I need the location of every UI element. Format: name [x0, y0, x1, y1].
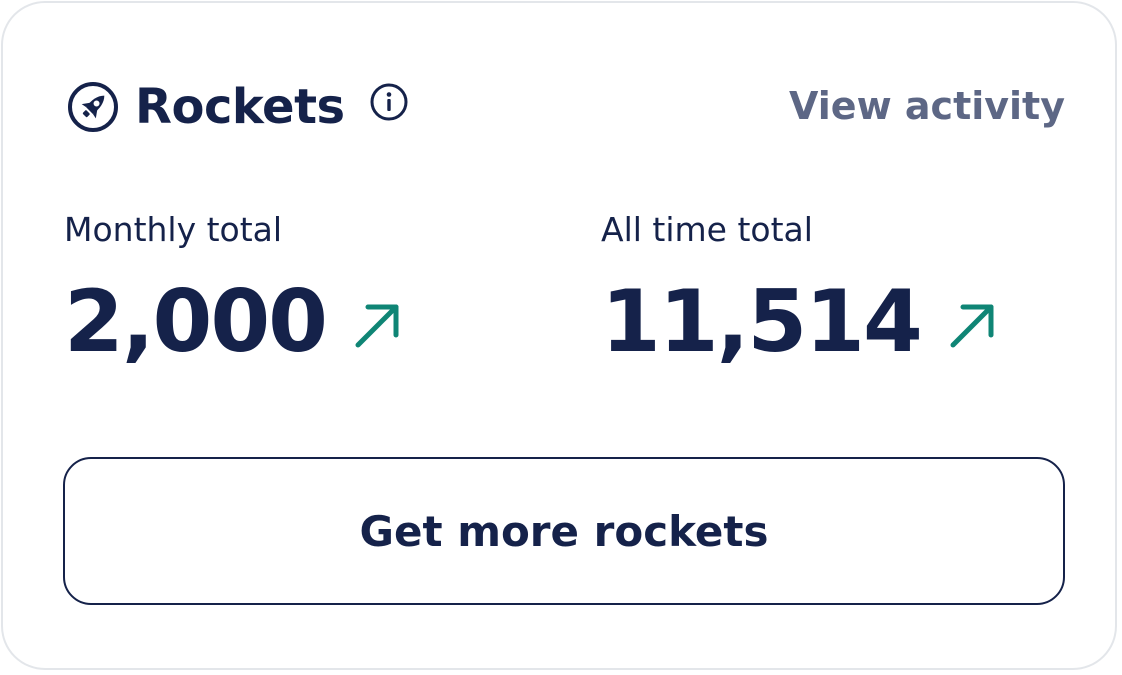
monthly-total-label: Monthly total [64, 210, 283, 249]
rocket-icon [67, 81, 119, 133]
monthly-total-value: 2,000 [64, 272, 328, 372]
all-time-total-value: 11,514 [601, 272, 923, 372]
all-time-total-stat: All time total 11,514 [601, 208, 999, 378]
card-header: Rockets View activity [63, 73, 1065, 143]
trend-up-arrow-icon [352, 299, 404, 351]
view-activity-link[interactable]: View activity [789, 81, 1065, 131]
all-time-total-row: 11,514 [601, 274, 999, 370]
info-icon[interactable] [369, 82, 409, 122]
rockets-card: Rockets View activity Monthly total 2,00… [1, 1, 1117, 670]
monthly-total-stat: Monthly total 2,000 [64, 208, 404, 378]
all-time-total-label: All time total [601, 210, 813, 249]
card-title: Rockets [135, 79, 345, 135]
trend-up-arrow-icon [947, 299, 999, 351]
get-more-rockets-button[interactable]: Get more rockets [63, 457, 1065, 605]
monthly-total-row: 2,000 [64, 274, 404, 370]
